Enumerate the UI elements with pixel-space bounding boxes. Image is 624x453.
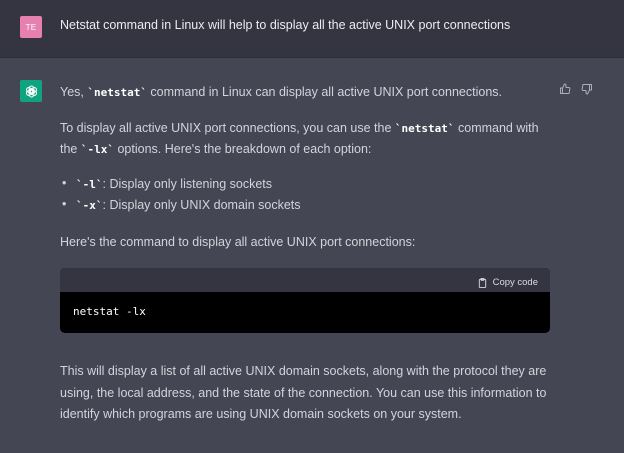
list-item: • `-x`: Display only UNIX domain sockets (60, 195, 301, 216)
inline-code: `-lx` (80, 143, 114, 156)
user-message-row: TE Netstat command in Linux will help to… (0, 0, 624, 58)
bullet-icon: • (62, 176, 67, 190)
openai-logo-icon (25, 85, 37, 97)
user-avatar: TE (20, 16, 42, 38)
inline-code: `-x` (76, 199, 103, 212)
feedback-buttons (558, 82, 594, 96)
copy-code-label: Copy code (492, 277, 538, 288)
assistant-paragraph-2: To display all active UNIX port connecti… (60, 118, 552, 160)
text-segment: Yes, (60, 85, 88, 99)
copy-code-button[interactable]: Copy code (477, 272, 538, 293)
code-block-header: Copy code (60, 268, 550, 292)
inline-code: `-l` (76, 178, 103, 191)
inline-code: `netstat` (394, 122, 455, 135)
text-segment: command in Linux can display all active … (146, 85, 502, 99)
assistant-paragraph-3: Here's the command to display all active… (60, 235, 416, 249)
assistant-avatar (20, 80, 42, 102)
user-avatar-initials: TE (25, 22, 37, 32)
options-list: • `-l`: Display only listening sockets • `… (60, 174, 301, 216)
text-segment: : Display only UNIX domain sockets (102, 198, 301, 212)
thumbs-down-button[interactable] (580, 82, 594, 96)
user-message-text: Netstat command in Linux will help to di… (60, 18, 511, 32)
assistant-paragraph-4: This will display a list of all active U… (60, 364, 547, 421)
code-block: Copy code netstat -lx (60, 268, 550, 333)
thumbs-up-button[interactable] (558, 82, 572, 96)
thumbs-up-icon (560, 83, 571, 95)
text-segment: : Display only listening sockets (102, 177, 273, 191)
code-content: netstat -lx (73, 305, 146, 318)
list-item: • `-l`: Display only listening sockets (60, 174, 301, 195)
assistant-paragraph-1: Yes, `netstat` command in Linux can disp… (60, 82, 552, 103)
text-segment: options. Here's the breakdown of each op… (113, 142, 372, 156)
thumbs-down-icon (581, 83, 592, 95)
clipboard-icon (478, 277, 486, 288)
bullet-icon: • (62, 197, 67, 211)
text-segment: To display all active UNIX port connecti… (60, 121, 395, 135)
inline-code: `netstat` (87, 86, 147, 99)
